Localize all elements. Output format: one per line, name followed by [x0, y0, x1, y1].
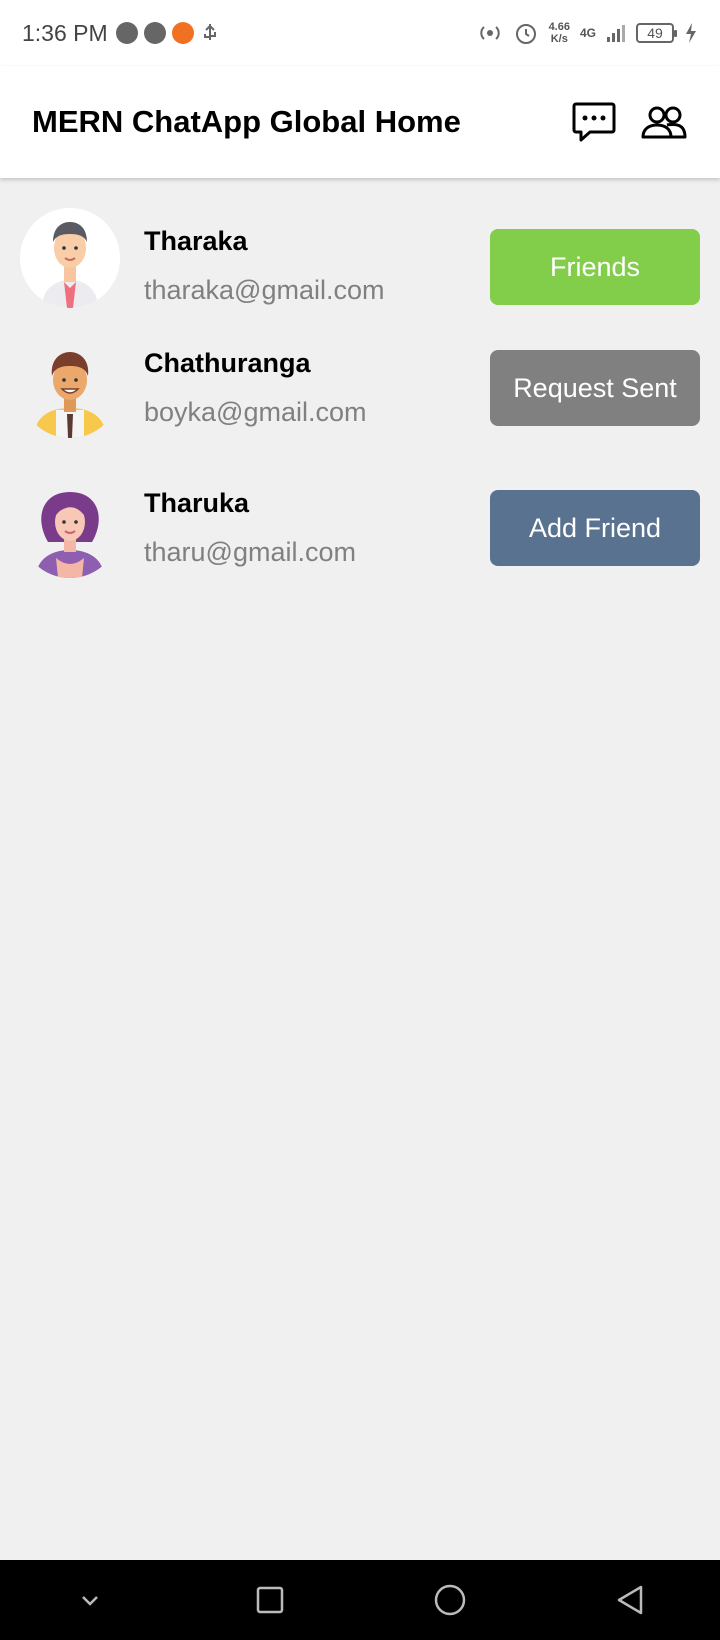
- user-info: Chathuranga boyka@gmail.com: [144, 348, 367, 428]
- add-friend-button[interactable]: Add Friend: [490, 490, 700, 566]
- user-info: Tharuka tharu@gmail.com: [144, 488, 356, 568]
- usb-icon: [203, 24, 216, 40]
- page-title: MERN ChatApp Global Home: [32, 104, 461, 139]
- charging-icon: [686, 23, 696, 43]
- user-email: tharu@gmail.com: [144, 537, 356, 567]
- user-info: Tharaka tharaka@gmail.com: [144, 226, 385, 306]
- user-list: Tharaka tharaka@gmail.com Friends Chathu…: [0, 178, 720, 618]
- battery-icon: 49: [636, 23, 677, 43]
- alarm-icon: [515, 24, 536, 44]
- network-type: 4G: [579, 26, 596, 40]
- app-bar: MERN ChatApp Global Home: [0, 66, 720, 178]
- triangle-back-icon: [617, 1585, 643, 1615]
- avatar: [20, 478, 120, 578]
- circle-icon: [434, 1584, 466, 1616]
- man-avatar-icon: [20, 208, 120, 308]
- nav-recents-button[interactable]: [240, 1570, 300, 1630]
- speed-value: 4.66: [548, 21, 570, 33]
- user-email: boyka@gmail.com: [144, 397, 367, 427]
- pinterest-notification-icon: [115, 22, 138, 44]
- user-name: Chathuranga: [144, 348, 311, 378]
- notification-icons: [115, 22, 220, 44]
- status-time: 1:36 PM: [22, 19, 108, 46]
- chat-bubble-icon: [572, 102, 616, 142]
- app-actions: [570, 98, 688, 146]
- user-row: Chathuranga boyka@gmail.com Request Sent: [0, 338, 720, 478]
- friends-status-button[interactable]: Friends: [490, 229, 700, 305]
- people-icon: [641, 106, 687, 139]
- chat-button[interactable]: [570, 98, 618, 146]
- user-email: tharaka@gmail.com: [144, 275, 385, 305]
- app-notification-icon: [143, 22, 166, 44]
- friends-button[interactable]: [640, 98, 688, 146]
- status-bar: 1:36 PM 4.66 K/s 4G 49: [0, 0, 720, 66]
- man-avatar-icon: [34, 352, 106, 438]
- status-right: 4.66 K/s 4G 49: [477, 20, 698, 46]
- nav-collapse-button[interactable]: [60, 1570, 120, 1630]
- network-speed: 4.66 K/s: [549, 21, 570, 45]
- system-nav-bar: [0, 1560, 720, 1640]
- chevron-down-icon: [82, 1596, 98, 1606]
- square-icon: [256, 1586, 284, 1614]
- signal-icon: [607, 25, 625, 42]
- nav-home-button[interactable]: [420, 1570, 480, 1630]
- woman-avatar-icon: [36, 492, 104, 578]
- avatar: [20, 338, 120, 438]
- hotspot-icon: [479, 26, 500, 40]
- firefox-notification-icon: [171, 22, 194, 44]
- request-sent-button[interactable]: Request Sent: [490, 350, 700, 426]
- avatar: [20, 208, 120, 308]
- user-name: Tharuka: [144, 488, 250, 518]
- nav-back-button[interactable]: [600, 1570, 660, 1630]
- user-row: Tharuka tharu@gmail.com Add Friend: [0, 478, 720, 618]
- user-row: Tharaka tharaka@gmail.com Friends: [0, 178, 720, 338]
- user-name: Tharaka: [144, 226, 248, 256]
- speed-unit: K/s: [550, 33, 568, 45]
